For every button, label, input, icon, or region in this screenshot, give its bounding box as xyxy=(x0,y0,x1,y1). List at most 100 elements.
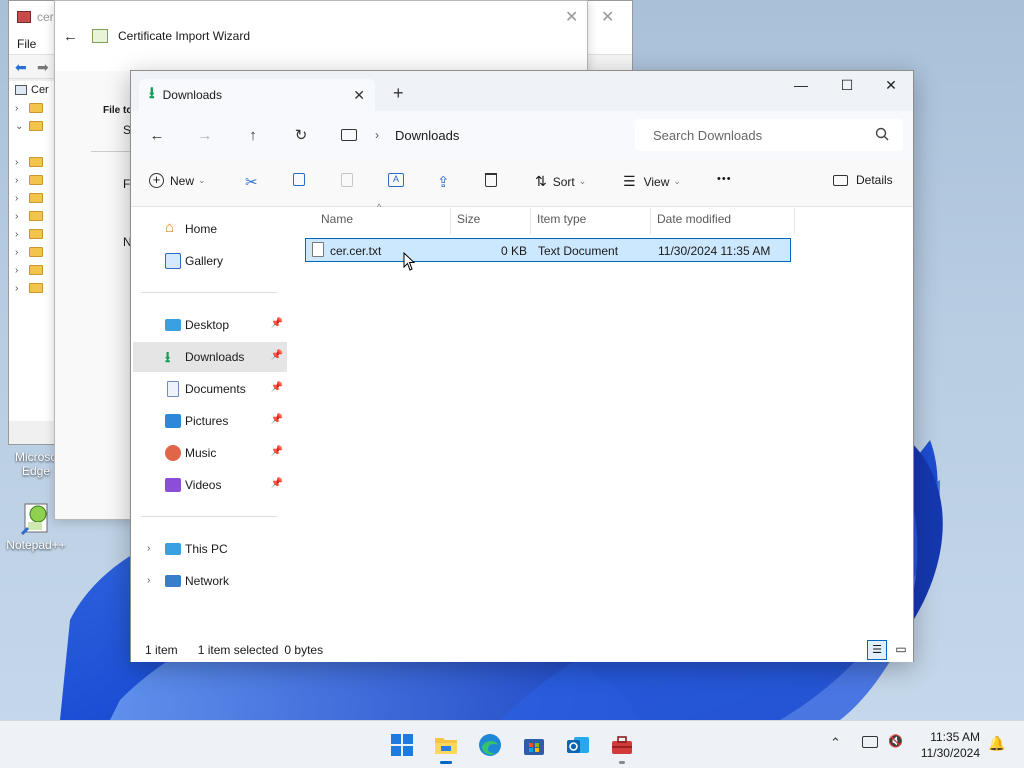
tree-row[interactable]: › xyxy=(9,225,55,243)
tree-row[interactable]: › xyxy=(9,243,55,261)
column-header-name[interactable]: Name xyxy=(321,212,353,226)
clock-time: 11:35 AM xyxy=(930,730,980,744)
details-view-toggle[interactable]: ☰ xyxy=(867,640,887,660)
nav-item-downloads[interactable]: ⭳ Downloads 📌 xyxy=(133,342,287,372)
menu-file[interactable]: File xyxy=(17,37,36,51)
column-header-type[interactable]: Item type xyxy=(537,212,586,226)
column-header-size[interactable]: Size xyxy=(457,212,480,226)
paste-icon xyxy=(341,173,353,187)
address-bar[interactable]: › Downloads xyxy=(335,119,631,151)
details-pane-button[interactable]: Details xyxy=(833,173,893,187)
nav-item-music[interactable]: Music 📌 xyxy=(133,438,287,468)
tree-row[interactable]: › xyxy=(9,279,55,297)
nav-item-network[interactable]: › Network xyxy=(133,566,287,596)
close-window-button[interactable]: ✕ xyxy=(869,77,913,94)
refresh-button[interactable]: ↻ xyxy=(291,125,311,145)
close-icon[interactable]: ✕ xyxy=(601,7,614,27)
nav-item-documents[interactable]: Documents 📌 xyxy=(133,374,287,404)
column-separator[interactable] xyxy=(794,208,795,234)
taskbar-file-explorer[interactable] xyxy=(432,731,460,764)
file-explorer-window[interactable]: ⭳ Downloads ✕ + — ☐ ✕ ← → ↑ ↻ › Download… xyxy=(130,70,914,662)
start-button[interactable] xyxy=(388,731,416,759)
view-button[interactable]: ☰ View ⌄ xyxy=(623,173,681,190)
column-separator[interactable] xyxy=(450,208,451,234)
file-size: 0 KB xyxy=(501,244,528,258)
taskbar-toolbox[interactable] xyxy=(608,731,636,764)
chevron-up-icon[interactable]: ⌃ xyxy=(830,735,841,751)
tree-row[interactable]: › xyxy=(9,99,55,117)
new-button[interactable]: + New ⌄ xyxy=(149,173,206,188)
up-button[interactable]: ↑ xyxy=(243,125,263,145)
store-icon xyxy=(524,739,544,755)
tree-row[interactable]: › xyxy=(9,207,55,225)
new-tab-button[interactable]: + xyxy=(393,83,404,104)
nav-label: Network xyxy=(185,574,230,588)
back-arrow-icon[interactable]: ← xyxy=(63,28,78,45)
nav-item-videos[interactable]: Videos 📌 xyxy=(133,470,287,500)
forward-button[interactable]: → xyxy=(195,125,215,145)
tree-row[interactable]: ⌄ xyxy=(9,117,55,135)
nav-item-gallery[interactable]: Gallery xyxy=(133,246,287,276)
sort-button[interactable]: ⇅ Sort ⌄ xyxy=(535,173,586,190)
nav-item-this-pc[interactable]: › This PC xyxy=(133,534,287,564)
running-indicator xyxy=(440,761,452,764)
back-arrow-icon[interactable]: ⬅ xyxy=(15,59,27,76)
paste-button[interactable] xyxy=(341,173,353,187)
taskbar-store[interactable] xyxy=(520,731,548,759)
tree-row[interactable]: › xyxy=(9,153,55,171)
pin-icon[interactable]: 📌 xyxy=(271,446,283,457)
pin-icon[interactable]: 📌 xyxy=(271,350,283,361)
system-clock[interactable]: 11:35 AM 11/30/2024 xyxy=(921,729,980,761)
rename-button[interactable]: A xyxy=(388,173,404,187)
tab-downloads[interactable]: ⭳ Downloads ✕ xyxy=(139,79,375,111)
column-header-date[interactable]: Date modified xyxy=(657,212,731,226)
taskbar: ⌃ 🔇 11:35 AM 11/30/2024 🔔 xyxy=(0,720,1024,768)
volume-muted-icon[interactable]: 🔇 xyxy=(888,734,903,748)
minimize-button[interactable]: — xyxy=(779,77,823,93)
nav-label: Gallery xyxy=(185,254,224,268)
pin-icon[interactable]: 📌 xyxy=(271,414,283,425)
chevron-down-icon: ⌄ xyxy=(15,120,24,132)
tree-row[interactable]: › xyxy=(9,261,55,279)
pin-icon[interactable]: 📌 xyxy=(271,478,283,489)
close-icon[interactable]: ✕ xyxy=(565,7,578,27)
file-explorer-icon xyxy=(435,738,457,754)
back-button[interactable]: ← xyxy=(147,125,167,145)
table-row[interactable]: cer.cer.txt 0 KB Text Document 11/30/202… xyxy=(305,238,791,262)
copy-button[interactable] xyxy=(293,173,305,186)
download-arrow-icon: ⭳ xyxy=(149,84,155,102)
folder-icon xyxy=(29,193,43,203)
pin-icon[interactable]: 📌 xyxy=(271,318,283,329)
delete-button[interactable] xyxy=(485,173,497,187)
close-tab-icon[interactable]: ✕ xyxy=(353,87,365,104)
more-options-button[interactable]: ••• xyxy=(717,173,732,185)
cut-button[interactable]: ✂ xyxy=(245,173,258,191)
share-button[interactable]: ⇪ xyxy=(437,173,450,191)
file-list[interactable]: ^ Name Size Item type Date modified cer.… xyxy=(291,202,913,638)
tiles-view-toggle[interactable]: ▭ xyxy=(891,640,911,660)
pin-icon[interactable]: 📌 xyxy=(271,382,283,393)
network-status-icon[interactable] xyxy=(862,736,878,748)
chevron-right-icon[interactable]: › xyxy=(147,575,150,586)
forward-arrow-icon[interactable]: ➡ xyxy=(37,59,49,76)
breadcrumb-downloads[interactable]: Downloads xyxy=(395,128,459,143)
nav-item-pictures[interactable]: Pictures 📌 xyxy=(133,406,287,436)
chevron-right-icon: › xyxy=(15,102,19,114)
taskbar-outlook[interactable] xyxy=(564,731,592,759)
tree-row[interactable]: › xyxy=(9,189,55,207)
search-box[interactable]: Search Downloads xyxy=(635,119,903,151)
chevron-right-icon[interactable]: › xyxy=(147,543,150,554)
taskbar-edge[interactable] xyxy=(476,731,504,759)
nav-item-home[interactable]: ⌂ Home xyxy=(133,214,287,244)
tree-row[interactable]: Cer xyxy=(9,81,55,99)
nav-label: Music xyxy=(185,446,217,460)
notification-bell-icon[interactable]: 🔔 xyxy=(988,735,1005,752)
tree-row[interactable]: › xyxy=(9,171,55,189)
nav-item-desktop[interactable]: Desktop 📌 xyxy=(133,310,287,340)
navigation-pane: ⌂ Home Gallery Desktop 📌 ⭳ Downloads 📌 D… xyxy=(131,208,291,638)
column-separator[interactable] xyxy=(530,208,531,234)
column-separator[interactable] xyxy=(650,208,651,234)
edge-icon xyxy=(479,734,501,756)
maximize-button[interactable]: ☐ xyxy=(825,77,869,94)
nav-label: Home xyxy=(185,222,218,236)
